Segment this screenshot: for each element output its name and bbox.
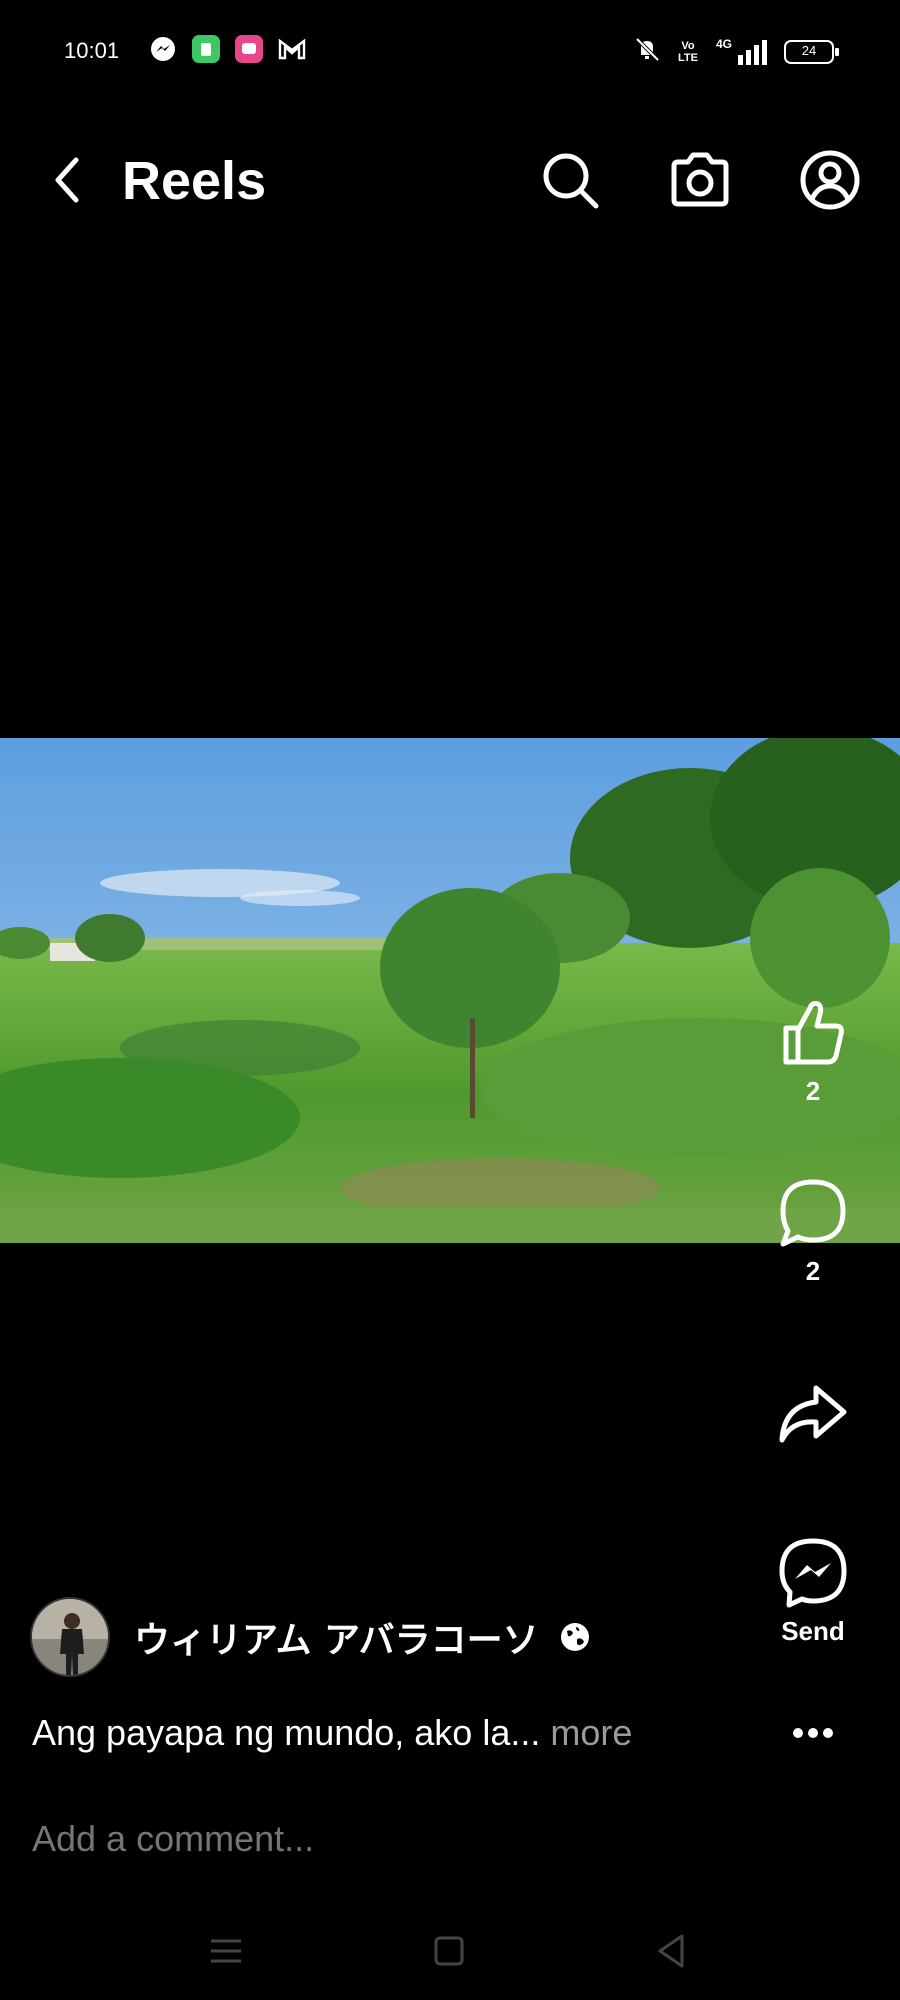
page-title: Reels xyxy=(122,151,267,211)
pink-app-icon xyxy=(234,34,264,64)
share-button[interactable] xyxy=(758,1378,868,1452)
search-button[interactable] xyxy=(538,148,602,212)
battery-level: 24 xyxy=(801,42,817,58)
battery-indicator: 24 xyxy=(784,39,840,65)
comment-count: 2 xyxy=(805,1256,821,1286)
video-frame-image xyxy=(0,738,900,1243)
comment-button[interactable]: 2 xyxy=(758,1176,868,1287)
back-button[interactable] xyxy=(46,152,90,208)
recents-button[interactable] xyxy=(201,1926,251,1976)
more-options-button[interactable] xyxy=(758,1718,868,1748)
bell-muted-icon xyxy=(632,34,662,69)
author-name[interactable]: ウィリアム アバラコーソ xyxy=(134,1611,539,1663)
like-button[interactable]: 2 xyxy=(758,996,868,1107)
like-count: 2 xyxy=(805,1076,821,1106)
back-arrow-icon xyxy=(55,157,79,203)
camera-icon xyxy=(671,152,729,207)
avatar-image xyxy=(32,1599,108,1675)
more-dots-icon xyxy=(793,1728,833,1738)
status-bar: 10:01 Vo LTE 4G 24 xyxy=(0,0,900,104)
author-row[interactable]: ウィリアム アバラコーソ xyxy=(30,1596,591,1678)
system-back-button[interactable] xyxy=(646,1926,696,1976)
profile-icon xyxy=(800,150,860,210)
signal-bars-icon xyxy=(738,39,767,65)
search-icon xyxy=(543,153,599,209)
profile-button[interactable] xyxy=(798,148,862,212)
notification-icons xyxy=(148,34,307,64)
gmail-icon xyxy=(277,34,307,64)
camera-button[interactable] xyxy=(668,148,732,212)
comment-bubble-icon xyxy=(780,1179,846,1247)
send-label: Send xyxy=(781,1616,845,1646)
share-arrow-icon xyxy=(779,1385,847,1443)
send-button[interactable]: Send xyxy=(758,1536,868,1647)
messenger-icon xyxy=(148,34,178,64)
back-triangle-icon xyxy=(658,1934,684,1968)
caption[interactable]: Ang payapa ng mundo, ako la... more xyxy=(32,1712,632,1754)
caption-text: Ang payapa ng mundo, ako la... xyxy=(32,1712,541,1753)
menu-lines-icon xyxy=(211,1939,241,1963)
volte-bottom-label: LTE xyxy=(678,51,698,64)
signal-indicator: 4G xyxy=(714,37,768,67)
thumbs-up-icon xyxy=(783,1001,844,1065)
system-nav-bar xyxy=(0,1920,900,1980)
home-button[interactable] xyxy=(424,1926,474,1976)
messenger-send-icon xyxy=(779,1538,847,1608)
status-time: 10:01 xyxy=(64,38,120,63)
home-square-icon xyxy=(434,1936,464,1966)
volte-top-label: Vo xyxy=(681,39,695,52)
green-app-icon xyxy=(191,34,221,64)
system-status-icons: Vo LTE 4G 24 xyxy=(632,34,840,69)
more-link[interactable]: more xyxy=(550,1712,632,1753)
globe-icon xyxy=(560,1623,589,1651)
reel-video[interactable] xyxy=(0,738,900,1243)
header: Reels xyxy=(0,130,900,230)
volte-indicator: Vo LTE xyxy=(678,40,698,64)
comment-input[interactable] xyxy=(32,1818,752,1860)
avatar[interactable] xyxy=(30,1597,110,1677)
